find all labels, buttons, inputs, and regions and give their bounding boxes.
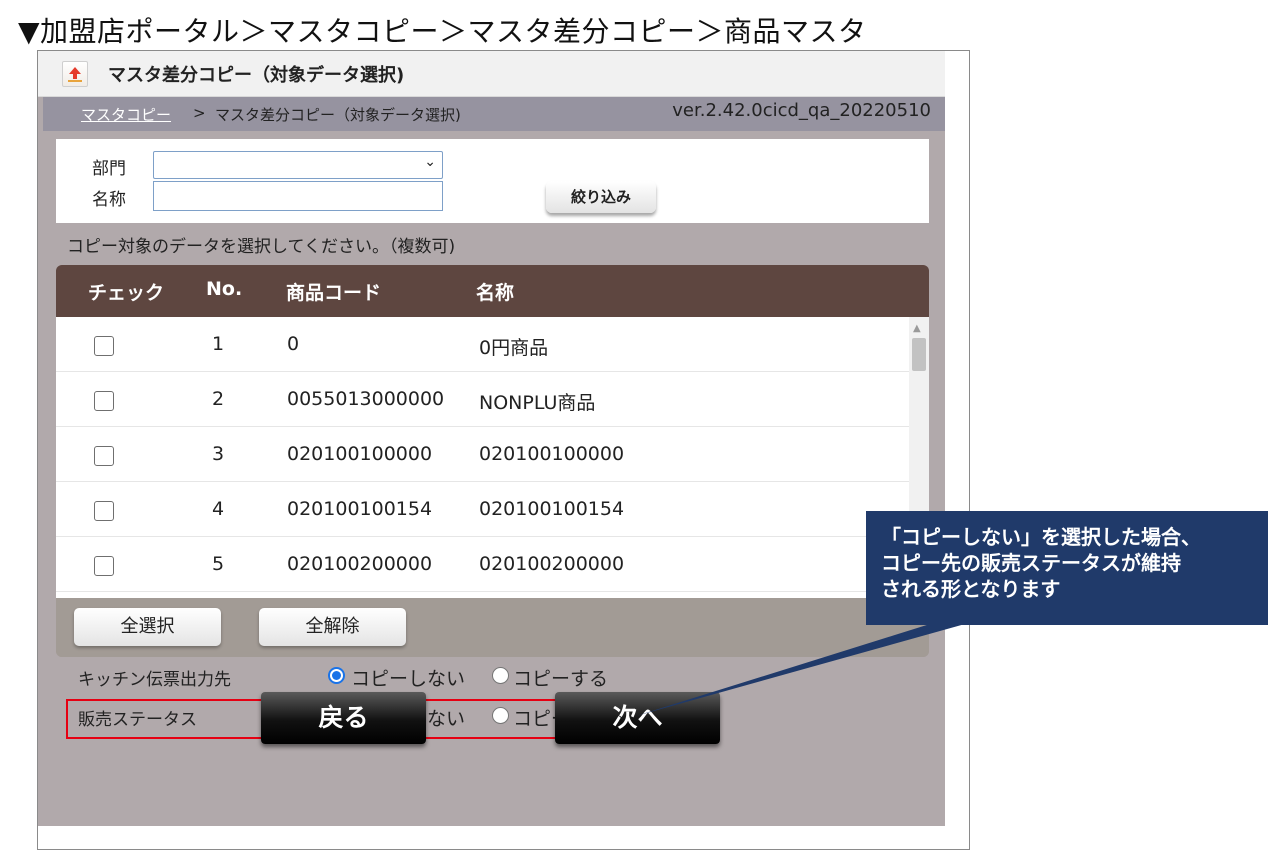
callout-line: コピー先の販売ステータスが維持 [881,551,1181,575]
annotation-callout: 「コピーしない」を選択した場合、 コピー先の販売ステータスが維持 される形となり… [866,511,1268,625]
callout-pointer [636,624,965,716]
callout-line: 「コピーしない」を選択した場合、 [881,525,1201,549]
callout-line: される形となります [881,577,1061,601]
